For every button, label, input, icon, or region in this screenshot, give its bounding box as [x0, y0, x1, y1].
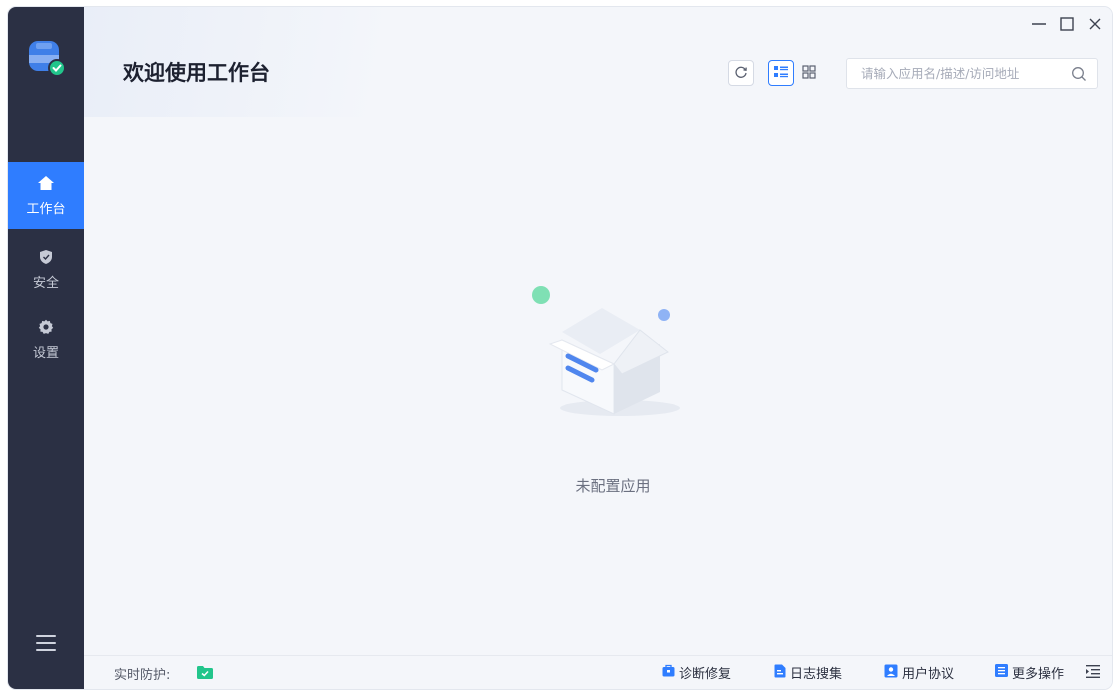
contract-icon [884, 664, 898, 682]
grid-view-icon [802, 64, 816, 83]
refresh-icon [734, 64, 748, 83]
sidebar: 工作台 安全 设置 [8, 7, 84, 689]
app-window: 工作台 安全 设置 欢迎使用工作台 请输入应用名/描述/访问地址 未配置应用 实… [8, 7, 1112, 689]
app-logo [27, 35, 66, 79]
diagnose-repair-button[interactable]: 诊断修复 [662, 663, 731, 682]
refresh-button[interactable] [728, 60, 754, 86]
list-view-icon [773, 64, 789, 83]
user-agreement-button[interactable]: 用户协议 [884, 663, 954, 682]
window-controls [1028, 12, 1106, 36]
collapse-menu-icon[interactable] [1086, 665, 1100, 682]
grid-view-button[interactable] [796, 60, 822, 86]
sidebar-item-label: 设置 [32, 346, 59, 361]
log-collect-label: 日志搜集 [790, 667, 843, 682]
sidebar-item-settings[interactable]: 设置 [8, 315, 84, 365]
search-input[interactable] [859, 65, 1068, 82]
log-collect-button[interactable]: 日志搜集 [774, 663, 842, 682]
more-actions-label: 更多操作 [1012, 667, 1065, 682]
sidebar-item-workbench[interactable]: 工作台 [8, 162, 84, 229]
minimize-button[interactable] [1028, 12, 1050, 36]
empty-box-illustration [528, 282, 698, 422]
list-view-button[interactable] [768, 60, 794, 86]
home-icon [37, 175, 55, 195]
protection-label: 实时防护: [114, 668, 171, 683]
search-icon[interactable] [1071, 66, 1087, 86]
more-actions-button[interactable]: 更多操作 [995, 663, 1064, 682]
status-bar: 实时防护: 诊断修复 日志搜集 用户协议 更多操作 [84, 655, 1112, 689]
user-agreement-label: 用户协议 [902, 667, 955, 682]
close-button[interactable] [1084, 12, 1106, 36]
gear-icon [38, 319, 54, 339]
diagnose-repair-label: 诊断修复 [679, 667, 732, 682]
document-icon [774, 664, 786, 682]
page-title: 欢迎使用工作台 [123, 61, 270, 85]
shield-icon [39, 249, 53, 269]
sidebar-item-label: 安全 [32, 276, 59, 291]
hamburger-menu-icon[interactable] [36, 635, 56, 651]
toolbox-icon [662, 664, 675, 681]
sidebar-item-label: 工作台 [26, 201, 66, 217]
maximize-button[interactable] [1056, 12, 1078, 36]
more-list-icon [995, 664, 1008, 681]
protection-status-icon [197, 666, 213, 683]
empty-state-text: 未配置应用 [575, 477, 651, 495]
sidebar-item-security[interactable]: 安全 [8, 245, 84, 295]
search-box [846, 58, 1098, 89]
